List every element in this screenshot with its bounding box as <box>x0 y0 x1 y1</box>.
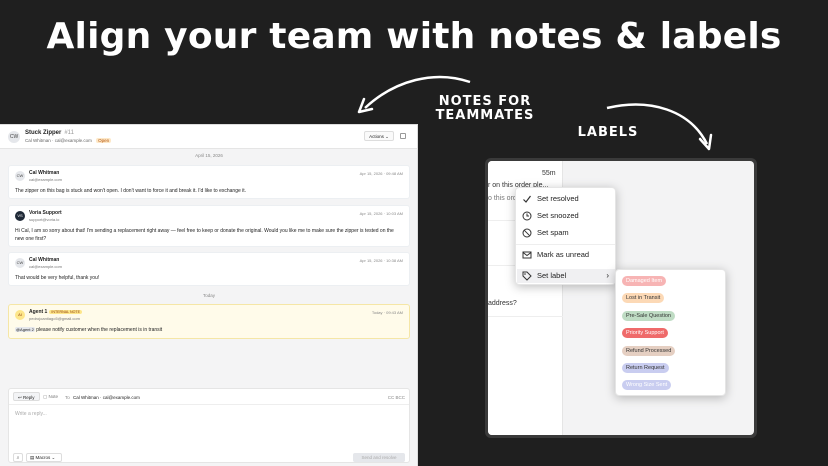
list-item-preview[interactable]: o this ord <box>488 195 517 202</box>
mail-icon <box>522 251 532 259</box>
tab-reply-label: Reply <box>23 395 35 400</box>
list-item-time: 55m <box>542 170 556 177</box>
today-separator: Today <box>202 293 215 298</box>
message-time: Apr 15, 2026 · 10:03 AM <box>359 211 403 216</box>
headline: Align your team with notes & labels <box>46 16 782 57</box>
actions-label: Actions <box>369 134 384 139</box>
message-email: cal@example.com <box>29 177 62 182</box>
conversation-meta: Cal Whitman · cal@example.com Open <box>25 138 112 143</box>
message: VS Voria Support support@voria.io Apr 15… <box>8 205 410 247</box>
send-button[interactable]: Send and resolve <box>353 453 405 462</box>
menu-item-label: Set label <box>537 271 567 280</box>
message: CW Cal Whitman cal@example.com Apr 15, 2… <box>8 252 410 286</box>
label-option[interactable]: Return Request <box>622 363 669 373</box>
message-body: Hi Cal, I am so sorry about that! I'm se… <box>15 228 394 242</box>
note-author-name: Agent 1 <box>29 309 48 315</box>
actions-button[interactable]: Actions ⌄ <box>364 131 394 141</box>
message-body: That would be very helpful, thank you! <box>15 275 100 281</box>
conversation-number: #11 <box>64 130 74 136</box>
divider <box>9 404 409 405</box>
internal-note: AI Agent 1 INTERNAL NOTE pedrojoantiago5@… <box>8 304 410 339</box>
tag-icon <box>522 271 532 281</box>
note-time: Today · 09:43 AM <box>371 310 403 315</box>
note-body: @Agent 2 please notify customer when the… <box>15 326 403 334</box>
divider <box>488 316 563 317</box>
tab-reply[interactable]: ↩ Reply <box>13 392 40 401</box>
label-option[interactable]: Lost in Transit <box>622 293 665 303</box>
menu-item-set-spam[interactable]: Set spam <box>522 226 614 240</box>
menu-item-label: Set spam <box>537 228 569 237</box>
menu-item-label: Set snoozed <box>537 211 579 220</box>
status-badge: Open <box>96 138 112 143</box>
date-separator: April 15, 2026 <box>195 153 223 158</box>
macros-button[interactable]: ▤ Macros ⌄ <box>26 453 62 462</box>
conversation-title-text: Stuck Zipper <box>25 130 62 136</box>
avatar: CW <box>15 258 25 268</box>
message-author: Cal Whitman <box>29 257 60 263</box>
cc-bcc-toggle[interactable]: CC BCC <box>388 395 405 400</box>
recipient-field[interactable]: Cal Whitman · cal@example.com <box>73 395 140 400</box>
tab-note-label: Note <box>48 394 59 399</box>
menu-item-set-resolved[interactable]: Set resolved <box>522 192 614 206</box>
message-time: Apr 15, 2026 · 10:38 AM <box>359 258 403 263</box>
note-author: Agent 1 INTERNAL NOTE <box>29 309 82 315</box>
customer-email: cal@example.com <box>54 138 92 143</box>
message-author: Voria Support <box>29 210 62 216</box>
message: CW Cal Whitman cal@example.com Apr 15, 2… <box>8 165 410 199</box>
conversation-header: CW Stuck Zipper #11 Cal Whitman · cal@exa… <box>0 125 417 149</box>
notes-arrow-icon <box>357 75 471 114</box>
note-email: pedrojoantiago5@gmail.com <box>29 316 80 321</box>
message-time: Apr 15, 2026 · 09:48 AM <box>359 171 403 176</box>
labels-arrow-icon <box>606 103 713 151</box>
chevron-right-icon: › <box>606 271 609 280</box>
label-option[interactable]: Refund Processed <box>622 346 676 356</box>
context-menu: Set resolved Set snoozed Set spam Mark a… <box>515 187 616 285</box>
menu-item-mark-as-unread[interactable]: Mark as unread <box>522 248 614 262</box>
avatar: CW <box>15 171 25 181</box>
internal-note-badge: INTERNAL NOTE <box>49 310 82 314</box>
message-body: The zipper on this bag is stuck and won'… <box>15 188 247 194</box>
message-email: cal@example.com <box>29 264 62 269</box>
avatar: AI <box>15 310 25 320</box>
check-icon <box>523 195 531 203</box>
conversation-window: CW Stuck Zipper #11 Cal Whitman · cal@exa… <box>0 124 418 466</box>
menu-item-label: Set resolved <box>537 194 579 203</box>
labels-submenu: Damaged Item Lost in Transit Pre-Sale Qu… <box>615 269 726 396</box>
reply-composer: ↩ Reply ▢ Note To Cal Whitman · cal@exam… <box>8 388 410 463</box>
menu-item-set-label[interactable]: Set label › <box>517 269 615 283</box>
label-option[interactable]: Damaged Item <box>622 276 667 286</box>
panel-toggle-icon[interactable] <box>400 133 406 139</box>
conversation-title: Stuck Zipper #11 <box>25 130 74 136</box>
mention[interactable]: @Agent 2 <box>15 327 35 332</box>
menu-item-set-snoozed[interactable]: Set snoozed <box>522 209 614 223</box>
clock-icon <box>522 211 532 221</box>
label-option[interactable]: Pre-Sale Question <box>622 311 675 321</box>
customer-name: Cal Whitman <box>25 138 51 143</box>
note-text: please notify customer when the replacem… <box>36 327 163 333</box>
tab-note[interactable]: ▢ Note <box>39 392 62 401</box>
attach-icon[interactable]: ⌕ <box>13 453 23 462</box>
message-email: support@voria.io <box>29 217 60 222</box>
divider <box>516 244 615 245</box>
menu-item-label: Mark as unread <box>537 250 590 259</box>
list-item-preview[interactable]: address? <box>488 300 517 307</box>
block-icon <box>522 228 532 238</box>
message-author: Cal Whitman <box>29 170 60 176</box>
label-option[interactable]: Wrong Size Sent <box>622 380 672 390</box>
avatar: CW <box>8 131 20 143</box>
macros-label: Macros <box>35 455 51 460</box>
label-option[interactable]: Priority Support <box>622 328 668 338</box>
avatar: VS <box>15 211 25 221</box>
reply-input[interactable]: Write a reply... <box>15 411 47 417</box>
to-label: To <box>65 395 70 400</box>
